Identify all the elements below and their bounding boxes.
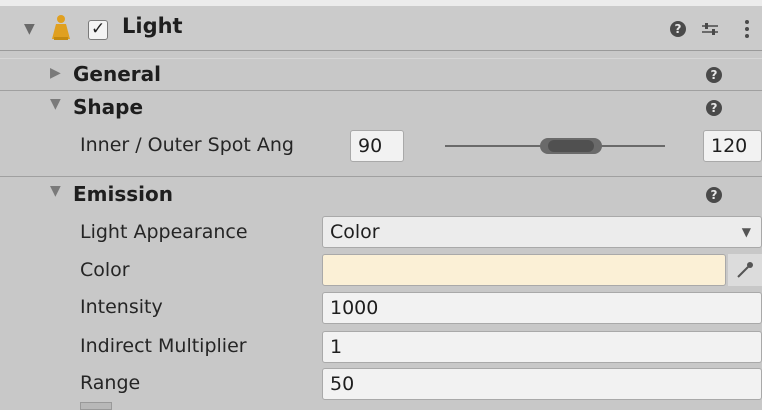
section-shape-title[interactable]: Shape bbox=[73, 95, 143, 119]
spot-angle-range-thumb[interactable] bbox=[540, 138, 602, 154]
intensity-label: Intensity bbox=[80, 296, 163, 318]
enabled-checkbox[interactable]: ✓ bbox=[88, 19, 108, 40]
eyedropper-button[interactable] bbox=[728, 254, 762, 286]
indirect-multiplier-value: 1 bbox=[330, 336, 343, 358]
section-general-title[interactable]: General bbox=[73, 62, 161, 86]
help-icon[interactable]: ? bbox=[670, 21, 686, 37]
help-icon[interactable]: ? bbox=[706, 67, 722, 83]
range-thumb-fill bbox=[548, 140, 594, 152]
range-value: 50 bbox=[330, 373, 355, 395]
light-appearance-value: Color bbox=[330, 221, 380, 243]
expanded-arrow-icon[interactable]: ▼ bbox=[50, 184, 61, 198]
expanded-arrow-icon[interactable]: ▼ bbox=[50, 97, 61, 111]
spotlight-icon bbox=[50, 14, 72, 42]
indirect-multiplier-label: Indirect Multiplier bbox=[80, 335, 247, 357]
intensity-value: 1000 bbox=[330, 297, 379, 319]
color-label: Color bbox=[80, 259, 130, 281]
spot-angle-label: Inner / Outer Spot Ang bbox=[80, 134, 294, 156]
component-header bbox=[0, 6, 762, 51]
chevron-down-icon: ▼ bbox=[741, 225, 751, 239]
outer-angle-field[interactable]: 120 bbox=[703, 130, 762, 162]
help-icon[interactable]: ? bbox=[706, 187, 722, 203]
inner-angle-field[interactable]: 90 bbox=[350, 130, 404, 162]
help-icon[interactable]: ? bbox=[706, 100, 722, 116]
component-title: Light bbox=[122, 14, 183, 38]
presets-icon[interactable] bbox=[700, 19, 720, 39]
inner-angle-value: 90 bbox=[358, 135, 383, 157]
divider bbox=[0, 90, 762, 91]
range-field[interactable]: 50 bbox=[322, 368, 762, 400]
divider bbox=[0, 176, 762, 177]
divider bbox=[0, 58, 762, 59]
indirect-multiplier-field[interactable]: 1 bbox=[322, 331, 762, 363]
collapse-arrow-icon[interactable]: ▼ bbox=[24, 22, 35, 36]
collapsed-arrow-icon[interactable]: ▶ bbox=[50, 66, 61, 80]
checkmark-icon: ✓ bbox=[91, 19, 106, 39]
section-emission-title[interactable]: Emission bbox=[73, 182, 173, 206]
eyedropper-icon bbox=[737, 262, 753, 278]
range-label: Range bbox=[80, 372, 141, 394]
light-appearance-dropdown[interactable]: Color ▼ bbox=[322, 216, 762, 248]
intensity-field[interactable]: 1000 bbox=[322, 292, 762, 324]
outer-angle-value: 120 bbox=[711, 135, 748, 157]
kebab-menu-icon[interactable] bbox=[744, 18, 750, 40]
color-swatch-field[interactable] bbox=[322, 254, 726, 286]
light-appearance-label: Light Appearance bbox=[80, 221, 248, 243]
